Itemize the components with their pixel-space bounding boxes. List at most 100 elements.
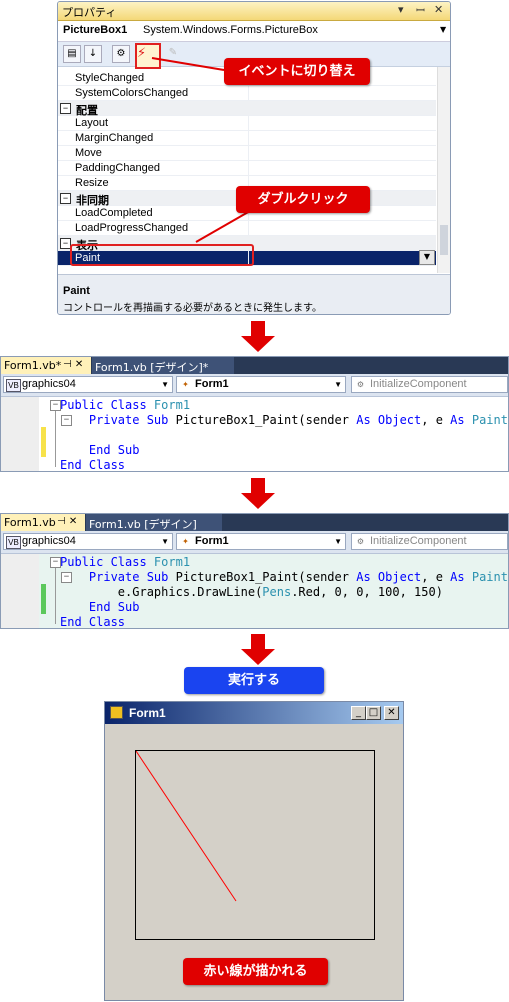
close-icon[interactable]: ✕: [384, 706, 399, 720]
class-combo[interactable]: ✦ Form1 ▼: [176, 533, 346, 550]
project-combo[interactable]: VB graphics04 ▼: [3, 533, 173, 550]
form-icon: [110, 706, 123, 719]
callout-connector-dblclick: [195, 210, 251, 243]
project-combo[interactable]: VB graphics04 ▼: [3, 376, 173, 393]
code-token: , e: [421, 570, 451, 584]
vb-icon: VB: [6, 536, 21, 549]
form-window: Form1 _ □ ✕: [104, 701, 404, 1001]
editor-navigation-bar: VB graphics04 ▼ ✦ Form1 ▼ ⚙ InitializeCo…: [1, 374, 508, 397]
chevron-down-icon[interactable]: ▼: [161, 377, 169, 392]
pin-close-icon[interactable]: ⊣ ✕: [57, 516, 77, 527]
paint-canvas: [136, 751, 237, 902]
class-icon: ✦: [182, 380, 189, 389]
code-token: Public Class: [60, 555, 154, 569]
code-line: End Class: [60, 458, 126, 472]
code-token: End Sub: [60, 443, 140, 457]
code-token: As: [356, 413, 378, 427]
method-icon: ⚙: [356, 380, 365, 389]
class-combo-value: Form1: [195, 378, 229, 390]
code-token: As: [356, 570, 378, 584]
form-title: Form1: [129, 706, 166, 720]
code-token: Pens: [262, 585, 292, 599]
fold-guide: [55, 564, 56, 624]
chevron-down-icon[interactable]: ▼: [334, 377, 342, 392]
callout-connectors: [151, 57, 251, 243]
callout-run: 実行する: [184, 667, 324, 694]
project-combo-value: graphics04: [22, 535, 76, 547]
code-line: Private Sub PictureBox1_Paint(sender As …: [60, 570, 508, 585]
code-line: End Sub: [60, 600, 140, 615]
code-token: Form1: [153, 398, 191, 412]
form-titlebar: Form1 _ □ ✕: [105, 702, 403, 724]
down-arrow-3: [251, 634, 265, 650]
code-editor-before: Form1.vb* ⊣ ✕ Form1.vb [デザイン]* VB graphi…: [0, 356, 509, 472]
chevron-down-icon[interactable]: ▼: [334, 534, 342, 549]
drawn-red-line: [136, 751, 237, 902]
method-icon: ⚙: [356, 537, 365, 546]
code-area[interactable]: − − Public Class Form1 Private Sub Pictu…: [1, 554, 508, 629]
code-token: Object: [377, 413, 422, 427]
code-line: e.Graphics.DrawLine(Pens.Red, 0, 0, 100,…: [60, 585, 443, 600]
code-token: Public Class: [60, 398, 154, 412]
code-token: PictureBox1_Paint(sender: [175, 413, 357, 427]
editor-gutter: [1, 554, 39, 628]
tab-designer-label: Form1.vb [デザイン]: [89, 518, 197, 531]
tab-code-label: Form1.vb*: [4, 359, 62, 372]
callout-connector-event: [151, 57, 225, 71]
code-token: As: [450, 413, 472, 427]
tab-designer[interactable]: Form1.vb [デザイン]: [86, 514, 222, 531]
method-combo-value: InitializeComponent: [370, 378, 467, 390]
callout-switch-to-events: イベントに切り替え: [224, 58, 370, 85]
change-marker-green: [41, 584, 46, 614]
editor-navigation-bar: VB graphics04 ▼ ✦ Form1 ▼ ⚙ InitializeCo…: [1, 531, 508, 554]
code-token: Private Sub: [60, 570, 176, 584]
tab-designer[interactable]: Form1.vb [デザイン]*: [92, 357, 234, 374]
picturebox: [135, 750, 375, 940]
code-token: End Class: [60, 615, 126, 629]
code-area[interactable]: − − Public Class Form1 Private Sub Pictu…: [1, 397, 508, 472]
code-token: PaintE: [471, 413, 508, 427]
method-combo[interactable]: ⚙ InitializeComponent: [351, 533, 508, 550]
project-combo-value: graphics04: [22, 378, 76, 390]
callout-double-click: ダブルクリック: [236, 186, 370, 213]
code-token: e.Graphics.DrawLine(: [60, 585, 263, 599]
method-combo-value: InitializeComponent: [370, 535, 467, 547]
code-token: Private Sub: [60, 413, 176, 427]
down-arrow-head-2: [241, 493, 275, 509]
editor-gutter: [1, 397, 39, 471]
code-line: Public Class Form1: [60, 555, 190, 570]
code-line: End Class: [60, 615, 126, 629]
fold-guide: [55, 407, 56, 467]
code-line: Private Sub PictureBox1_Paint(sender As …: [60, 413, 508, 428]
minimize-icon[interactable]: _: [351, 706, 366, 720]
method-combo[interactable]: ⚙ InitializeComponent: [351, 376, 508, 393]
tab-code[interactable]: Form1.vb ⊣ ✕: [1, 514, 85, 531]
code-token: Object: [377, 570, 422, 584]
code-token: PictureBox1_Paint(sender: [175, 570, 357, 584]
code-line: End Sub: [60, 443, 140, 458]
code-token: , e: [421, 413, 451, 427]
code-token: PaintE: [471, 570, 508, 584]
code-token: .Red, 0, 0, 100, 150): [291, 585, 443, 599]
tab-code[interactable]: Form1.vb* ⊣ ✕: [1, 357, 91, 374]
chevron-down-icon[interactable]: ▼: [161, 534, 169, 549]
code-token: As: [450, 570, 472, 584]
down-arrow-head-1: [241, 336, 275, 352]
down-arrow-1: [251, 321, 265, 337]
callout-red-line: 赤い線が描かれる: [183, 958, 328, 985]
editor-tab-strip: Form1.vb ⊣ ✕ Form1.vb [デザイン]: [1, 514, 508, 531]
change-marker-yellow: [41, 427, 46, 457]
maximize-icon[interactable]: □: [366, 706, 381, 720]
class-combo-value: Form1: [195, 535, 229, 547]
code-token: Form1: [153, 555, 191, 569]
code-line: Public Class Form1: [60, 398, 190, 413]
class-icon: ✦: [182, 537, 189, 546]
class-combo[interactable]: ✦ Form1 ▼: [176, 376, 346, 393]
vb-icon: VB: [6, 379, 21, 392]
down-arrow-2: [251, 478, 265, 494]
editor-tab-strip: Form1.vb* ⊣ ✕ Form1.vb [デザイン]*: [1, 357, 508, 374]
code-token: End Class: [60, 458, 126, 472]
pin-close-icon[interactable]: ⊣ ✕: [63, 359, 83, 370]
code-token: End Sub: [60, 600, 140, 614]
down-arrow-head-3: [241, 649, 275, 665]
